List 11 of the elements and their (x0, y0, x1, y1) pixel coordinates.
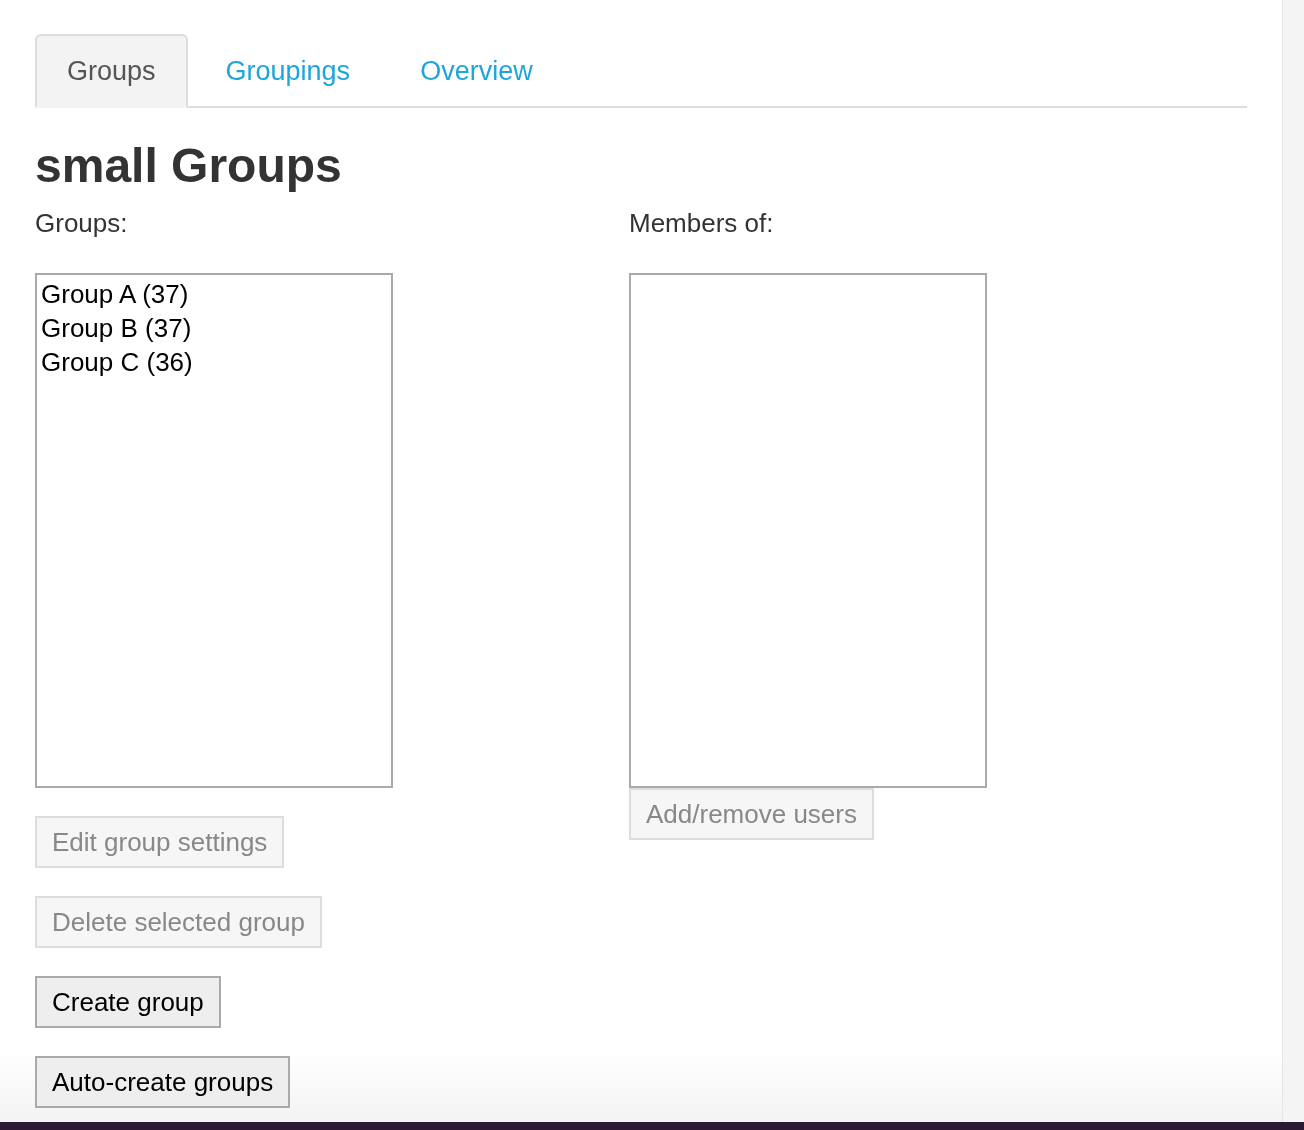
list-option[interactable]: Group B (37) (41, 311, 387, 345)
button[interactable]: Auto-create groups (35, 1056, 291, 1108)
field-label: Members of: (629, 208, 775, 240)
field-label: Groups: (35, 208, 129, 240)
page-heading: small Groups (35, 138, 343, 194)
button[interactable]: Create group (35, 976, 221, 1028)
list-option[interactable]: Group C (36) (41, 345, 387, 379)
tab[interactable]: Groups (35, 34, 188, 108)
list-option[interactable]: Group A (37) (41, 277, 387, 311)
list-box[interactable] (629, 273, 987, 788)
list-box[interactable]: Group A (37) Group B (37) Group C (36) (35, 273, 393, 788)
